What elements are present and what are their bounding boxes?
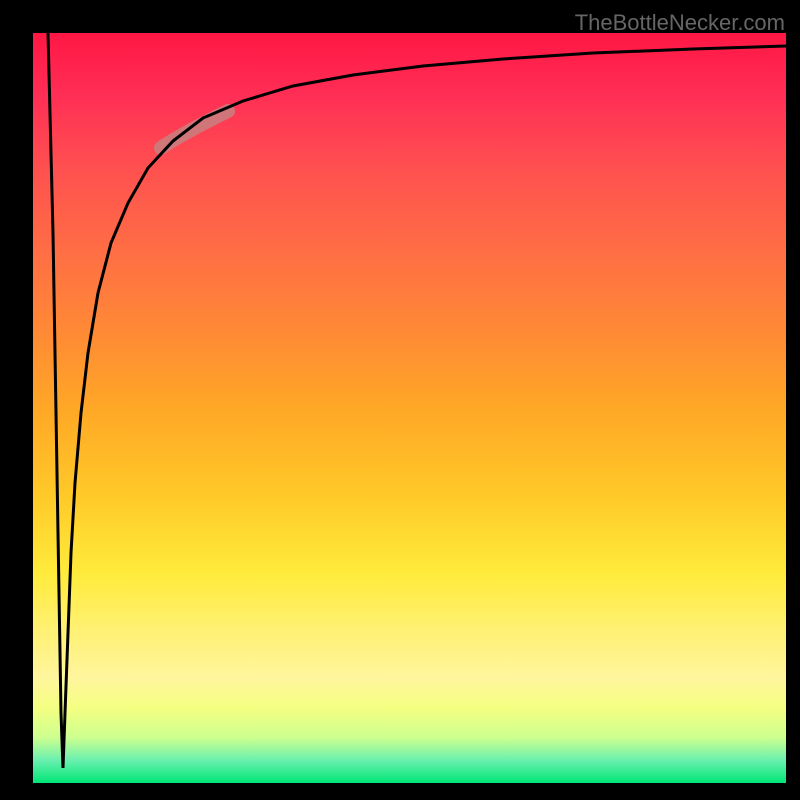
attribution-text: TheBottleNecker.com [575, 10, 785, 36]
chart-svg [33, 33, 786, 783]
chart-container [33, 33, 786, 783]
